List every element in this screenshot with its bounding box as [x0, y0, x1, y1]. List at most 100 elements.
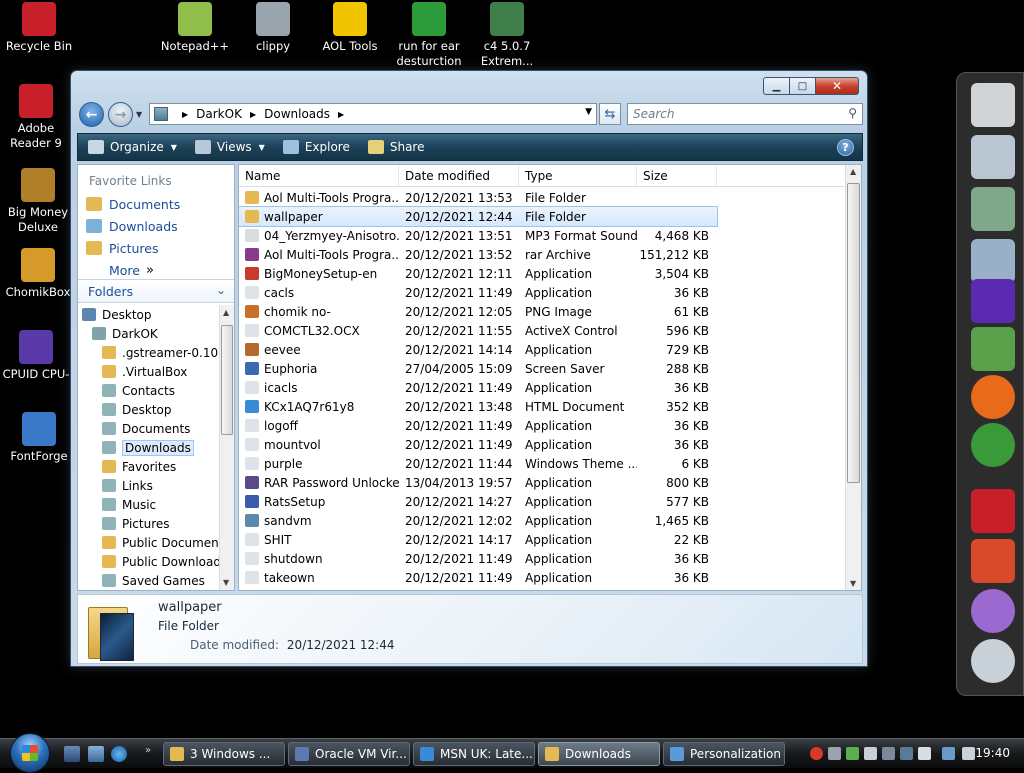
maximize-button[interactable]: □ [789, 77, 816, 95]
pen-gadget-icon[interactable] [971, 589, 1015, 633]
search-input[interactable]: Search ⚲ [627, 103, 863, 125]
desktop-icon[interactable]: c4 5.0.7 Extrem... [467, 2, 547, 69]
file-row[interactable]: 04_Yerzmyey-Anisotro... 20/12/2021 13:51 M… [239, 226, 847, 245]
file-row[interactable]: Aol Multi-Tools Progra... 20/12/2021 13:5… [239, 245, 847, 264]
column-header-type[interactable]: Type [519, 165, 637, 186]
tree-item[interactable]: Public Downloads [78, 552, 227, 571]
firefox-gadget-icon[interactable] [971, 375, 1015, 419]
folder-tree-scrollbar[interactable]: ▲ ▼ [219, 305, 234, 590]
desktop-icon[interactable]: Recycle Bin [0, 2, 79, 54]
folder-gadget-icon[interactable] [971, 187, 1015, 231]
refresh-button[interactable]: ⇆ [599, 103, 621, 125]
file-row[interactable]: mountvol 20/12/2021 11:49 Application 36 KB [239, 435, 847, 454]
folders-header[interactable]: Folders ⌄ [78, 279, 234, 303]
file-row[interactable]: COMCTL32.OCX 20/12/2021 11:55 ActiveX Cont… [239, 321, 847, 340]
tree-item[interactable]: Pictures [78, 514, 218, 533]
security-alert-icon[interactable] [810, 747, 823, 760]
contacts-gadget-icon[interactable] [971, 327, 1015, 371]
switch-windows-icon[interactable] [88, 746, 104, 762]
tray-display-icon[interactable] [882, 747, 895, 760]
scroll-up-icon[interactable]: ▲ [850, 167, 856, 176]
file-row[interactable]: purple 20/12/2021 11:44 Windows Theme ... 6… [239, 454, 847, 473]
tree-item[interactable]: Saved Games [78, 571, 218, 590]
close-button[interactable]: ✕ [815, 77, 859, 95]
internet-explorer-icon[interactable] [111, 746, 127, 762]
file-row[interactable]: eevee 20/12/2021 14:14 Application 729 KB [239, 340, 847, 359]
file-row[interactable]: logoff 20/12/2021 11:49 Application 36 KB [239, 416, 847, 435]
tree-item[interactable]: Music [78, 495, 218, 514]
scroll-down-icon[interactable]: ▼ [850, 579, 856, 588]
tree-item[interactable]: DarkOK [78, 324, 218, 343]
tree-item[interactable]: Downloads [78, 438, 218, 457]
file-row[interactable]: RAR Password Unlocker 13/04/2013 19:57 App… [239, 473, 847, 492]
file-row[interactable]: icacls 20/12/2021 11:49 Application 36 KB [239, 378, 847, 397]
file-row[interactable]: RatsSetup 20/12/2021 14:27 Application 577 … [239, 492, 847, 511]
file-row[interactable]: sandvm 20/12/2021 12:02 Application 1,465 K… [239, 511, 847, 530]
breadcrumb-chevron-icon[interactable]: ▶ [338, 110, 344, 119]
paint-gadget-icon[interactable] [971, 539, 1015, 583]
breadcrumb-chevron-icon[interactable]: ▶ [250, 110, 256, 119]
tree-item[interactable]: Favorites [78, 457, 218, 476]
file-row[interactable]: chomik no- 20/12/2021 12:05 PNG Image 61 KB [239, 302, 847, 321]
tray-user-icon[interactable] [846, 747, 859, 760]
tray-disk-icon[interactable] [918, 747, 931, 760]
acrobat-gadget-icon[interactable] [971, 489, 1015, 533]
favorite-link-downloads[interactable]: Downloads [78, 215, 234, 237]
taskbar-button[interactable]: Downloads [538, 742, 660, 766]
network-icon[interactable] [942, 747, 955, 760]
scrollbar-thumb[interactable] [221, 325, 233, 435]
ftp-gadget-icon[interactable] [971, 239, 1015, 283]
recent-pages-chevron-icon[interactable]: ▼ [136, 110, 142, 119]
notepad-gadget-icon[interactable] [971, 83, 1015, 127]
column-header-name[interactable]: Name ⌃ [239, 165, 399, 186]
back-button[interactable]: ← [79, 102, 104, 127]
recycle-gadget-icon[interactable] [971, 639, 1015, 683]
more-links[interactable]: More » [78, 259, 234, 281]
tree-item[interactable]: Documents [78, 419, 218, 438]
file-row[interactable]: takeown 20/12/2021 11:49 Application 36 KB [239, 568, 847, 587]
file-row[interactable]: SHIT 20/12/2021 14:17 Application 22 KB [239, 530, 847, 549]
file-row[interactable]: KCx1AQ7r61y8 20/12/2021 13:48 HTML Documen… [239, 397, 847, 416]
scroll-up-icon[interactable]: ▲ [223, 308, 229, 317]
clock[interactable]: 19:40 [975, 746, 1010, 760]
file-list-scrollbar[interactable]: ▲ ▼ [845, 165, 861, 590]
desktop-icon[interactable]: clippy [233, 2, 313, 54]
address-dropdown-icon[interactable]: ▼ [585, 107, 592, 117]
volume-icon[interactable] [962, 747, 975, 760]
tray-hardware-icon[interactable] [900, 747, 913, 760]
file-row[interactable]: wallpaper 20/12/2021 12:44 File Folder [239, 206, 718, 227]
desktop-icon[interactable]: Big Money Deluxe [0, 168, 78, 235]
command-organize[interactable]: Organize ▼ [88, 140, 177, 154]
file-row[interactable]: cacls 20/12/2021 11:49 Application 36 KB [239, 283, 847, 302]
taskbar-button[interactable]: Oracle VM Vir... [288, 742, 410, 766]
breadcrumb-item-darkok[interactable]: DarkOK [196, 107, 242, 121]
favorite-link-documents[interactable]: Documents [78, 193, 234, 215]
file-row[interactable]: BigMoneySetup-en 20/12/2021 12:11 Applicat… [239, 264, 847, 283]
taskbar-button[interactable]: MSN UK: Late... [413, 742, 535, 766]
breadcrumb-item-downloads[interactable]: Downloads [264, 107, 330, 121]
tree-item[interactable]: .VirtualBox [78, 362, 218, 381]
favorite-link-pictures[interactable]: Pictures [78, 237, 234, 259]
show-desktop-icon[interactable] [64, 746, 80, 762]
tray-device-icon[interactable] [864, 747, 877, 760]
desktop-icon[interactable]: FontForge [0, 412, 79, 464]
taskbar-button[interactable]: 3 Windows ... [163, 742, 285, 766]
help-button[interactable]: ? [837, 139, 854, 156]
tree-item[interactable]: Links [78, 476, 218, 495]
desktop-icon[interactable]: Adobe Reader 9 [0, 84, 76, 151]
chrome-gadget-icon[interactable] [971, 423, 1015, 467]
desktop-icon[interactable]: run for ear desturction [389, 2, 469, 69]
desktop-icon[interactable]: CPUID CPU- [0, 330, 76, 382]
quicklaunch-overflow-icon[interactable]: » [145, 745, 151, 756]
column-header-size[interactable]: Size [637, 165, 717, 186]
tree-item[interactable]: .gstreamer-0.10 [78, 343, 218, 362]
scroll-down-icon[interactable]: ▼ [223, 578, 229, 587]
desktop-icon[interactable]: ChomikBox [0, 248, 78, 300]
start-button[interactable] [10, 733, 50, 773]
tree-item[interactable]: Desktop [78, 305, 218, 324]
column-header-date[interactable]: Date modified [399, 165, 519, 186]
file-row[interactable]: Euphoria 27/04/2005 15:09 Screen Saver 288 … [239, 359, 847, 378]
desktop-icon[interactable]: Notepad++ [155, 2, 235, 54]
minimize-button[interactable]: ▁ [763, 77, 790, 95]
scrollbar-thumb[interactable] [847, 183, 860, 483]
